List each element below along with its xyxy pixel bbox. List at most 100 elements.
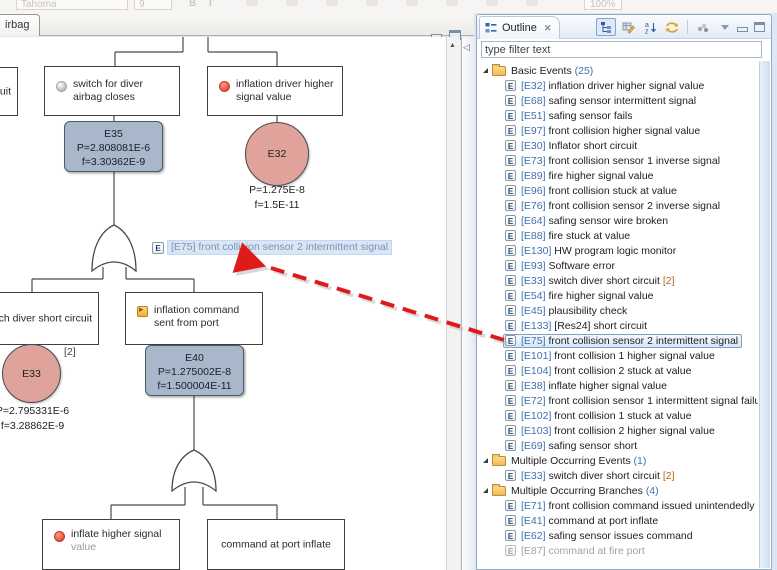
node-inflation-driver-higher[interactable]: inflation driver higher signal value — [207, 66, 343, 116]
tree-group[interactable]: Multiple Occurring Branches (4) — [478, 483, 758, 498]
close-icon[interactable]: ✕ — [544, 23, 552, 34]
tree-group[interactable]: Basic Events (25) — [478, 63, 758, 78]
tree-item[interactable]: E[E41] command at port inflate — [478, 513, 758, 528]
item-label: [E88] fire stuck at value — [521, 230, 630, 242]
tree-item[interactable]: E[E73] front collision sensor 1 inverse … — [478, 153, 758, 168]
node-inflate-higher-signal[interactable]: inflate higher signal value — [42, 519, 180, 570]
item-id: [E101] — [521, 350, 551, 362]
scroll-up-icon[interactable]: ▲ — [449, 42, 456, 49]
outline-scrollbar[interactable] — [759, 61, 770, 568]
item-wrap: E[E33] switch diver short circuit [2] — [503, 469, 679, 483]
node-e40[interactable]: E40 P=1.275002E-8 f=1.500004E-11 — [145, 345, 244, 396]
toolbar-icon — [246, 0, 258, 6]
event-icon: E — [505, 260, 516, 271]
link-with-editor-button[interactable] — [662, 18, 682, 36]
sphere-icon — [56, 81, 67, 92]
node-e33-circle[interactable]: E33 — [2, 344, 61, 403]
dragged-event-label: E [E75] front collision sensor 2 intermi… — [152, 240, 392, 255]
filters-button[interactable] — [693, 18, 713, 36]
item-id: [E71] — [521, 500, 546, 512]
event-icon: E — [505, 170, 516, 181]
item-label: [E73] front collision sensor 1 inverse s… — [521, 155, 720, 167]
sort-alphabetical-button[interactable]: a z — [640, 18, 660, 36]
node-switch-airbag-closes[interactable]: switch for diver airbag closes — [44, 66, 180, 116]
tree-item[interactable]: E [E97] front collision higher signal val… — [478, 123, 758, 138]
tree-item[interactable]: E[E104] front collision 2 stuck at value — [478, 363, 758, 378]
tree-item[interactable]: E[E64] safing sensor wire broken — [478, 213, 758, 228]
item-id: [E33] — [521, 470, 546, 482]
item-label: [E71] front collision command issued uni… — [521, 500, 754, 512]
view-menu-icon[interactable] — [721, 25, 729, 30]
node-clipped-box[interactable]: uit — [0, 67, 18, 116]
tree-item[interactable]: E[E102] front collision 1 stuck at value — [478, 408, 758, 423]
tree-item[interactable]: E[E103] front collision 2 higher signal … — [478, 423, 758, 438]
tree-item[interactable]: E[E76] front collision sensor 2 inverse … — [478, 198, 758, 213]
node-command-at-port-inflate[interactable]: command at port inflate — [207, 519, 345, 570]
item-suffix: [2] — [663, 470, 675, 482]
palette-flyout[interactable]: ◁ — [461, 37, 474, 570]
tree-item[interactable]: E[E130] HW program logic monitor — [478, 243, 758, 258]
outline-maximize-button[interactable] — [754, 22, 765, 32]
toolbar-icon — [486, 0, 498, 6]
expand-arrow-icon[interactable] — [483, 458, 488, 463]
editor-tabbar: irbag — [0, 13, 474, 36]
tree-item[interactable]: E[E62] safing sensor issues command — [478, 528, 758, 543]
tree-item[interactable]: E[E96] front collision stuck at value — [478, 183, 758, 198]
tree-item[interactable]: E[E89] fire higher signal value — [478, 168, 758, 183]
tree-item[interactable]: E[E75] front collision sensor 2 intermit… — [478, 333, 758, 348]
tree-item[interactable]: E[E71] front collision command issued un… — [478, 498, 758, 513]
tree-item[interactable]: E[E68] safing sensor intermittent signal — [478, 93, 758, 108]
expand-arrow-icon[interactable] — [483, 68, 488, 73]
tree-item[interactable]: E[E33] switch diver short circuit [2] — [478, 273, 758, 288]
tree-item[interactable]: E[E30] Inflator short circuit — [478, 138, 758, 153]
table-view-button[interactable] — [618, 18, 638, 36]
item-label: [E75] front collision sensor 2 intermitt… — [521, 335, 738, 347]
filter-input[interactable] — [481, 41, 762, 58]
node-switch-diver-short-circuit[interactable]: tch diver short circuit — [0, 292, 99, 345]
tree-item[interactable]: E[E87] command at fire port — [478, 543, 758, 558]
tree-item[interactable]: E[E69] safing sensor short — [478, 438, 758, 453]
event-icon: E — [505, 125, 516, 136]
group-count: (25) — [575, 65, 594, 77]
node-e35[interactable]: E35 P=2.808081E-6 f=3.30362E-9 — [64, 121, 163, 172]
editor-vertical-scrollbar[interactable]: ▲ — [446, 37, 460, 570]
tree-view-button[interactable] — [596, 18, 616, 36]
font-name-combo: Tahoma — [16, 0, 128, 10]
event-icon: E — [505, 380, 516, 391]
tree-group[interactable]: Multiple Occurring Events (1) — [478, 453, 758, 468]
item-suffix: [2] — [663, 275, 675, 287]
event-icon: E — [505, 530, 516, 541]
item-id: [E54] — [521, 290, 546, 302]
tree-item[interactable]: E[E54] fire higher signal value — [478, 288, 758, 303]
event-icon: E — [505, 230, 516, 241]
node-e32-circle[interactable]: E32 — [245, 122, 309, 186]
tree-item[interactable]: E[E33] switch diver short circuit [2] — [478, 468, 758, 483]
event-icon: E — [505, 290, 516, 301]
toolbar-icon — [526, 0, 538, 6]
palette-expand-icon[interactable]: ◁ — [463, 42, 470, 53]
tree-item[interactable]: E[E38] inflate higher signal value — [478, 378, 758, 393]
editor-tab-airbag[interactable]: irbag — [0, 14, 40, 36]
tree-item[interactable]: E[E32] inflation driver higher signal va… — [478, 78, 758, 93]
item-wrap: E[E71] front collision command issued un… — [503, 499, 758, 513]
item-wrap: E [E97] front collision higher signal val… — [503, 124, 704, 138]
tree-item[interactable]: E[E51] safing sensor fails — [478, 108, 758, 123]
event-icon: E — [505, 350, 516, 361]
item-wrap: E[E38] inflate higher signal value — [503, 379, 671, 393]
item-id: [E130] — [521, 245, 551, 257]
outline-minimize-button[interactable] — [737, 23, 748, 32]
fault-tree-canvas[interactable]: uit switch for diver airbag closes infla… — [0, 37, 446, 570]
item-label: [E97] front collision higher signal valu… — [521, 125, 700, 137]
tab-outline[interactable]: Outline ✕ — [479, 16, 560, 39]
item-wrap: E[E64] safing sensor wire broken — [503, 214, 672, 228]
red-dot-icon — [54, 531, 65, 542]
event-icon: E — [505, 185, 516, 196]
node-inflation-command-sent[interactable]: inflation command sent from port — [125, 292, 263, 345]
tree-item[interactable]: E[E101] front collision 1 higher signal … — [478, 348, 758, 363]
tree-item[interactable]: E[E93] Software error — [478, 258, 758, 273]
tree-item[interactable]: E [E88] fire stuck at value — [478, 228, 758, 243]
tree-item[interactable]: E[E72] front collision sensor 1 intermit… — [478, 393, 758, 408]
tree-item[interactable]: E[E45] plausibility check — [478, 303, 758, 318]
tree-item[interactable]: E[E133] [Res24] short circuit — [478, 318, 758, 333]
expand-arrow-icon[interactable] — [483, 488, 488, 493]
